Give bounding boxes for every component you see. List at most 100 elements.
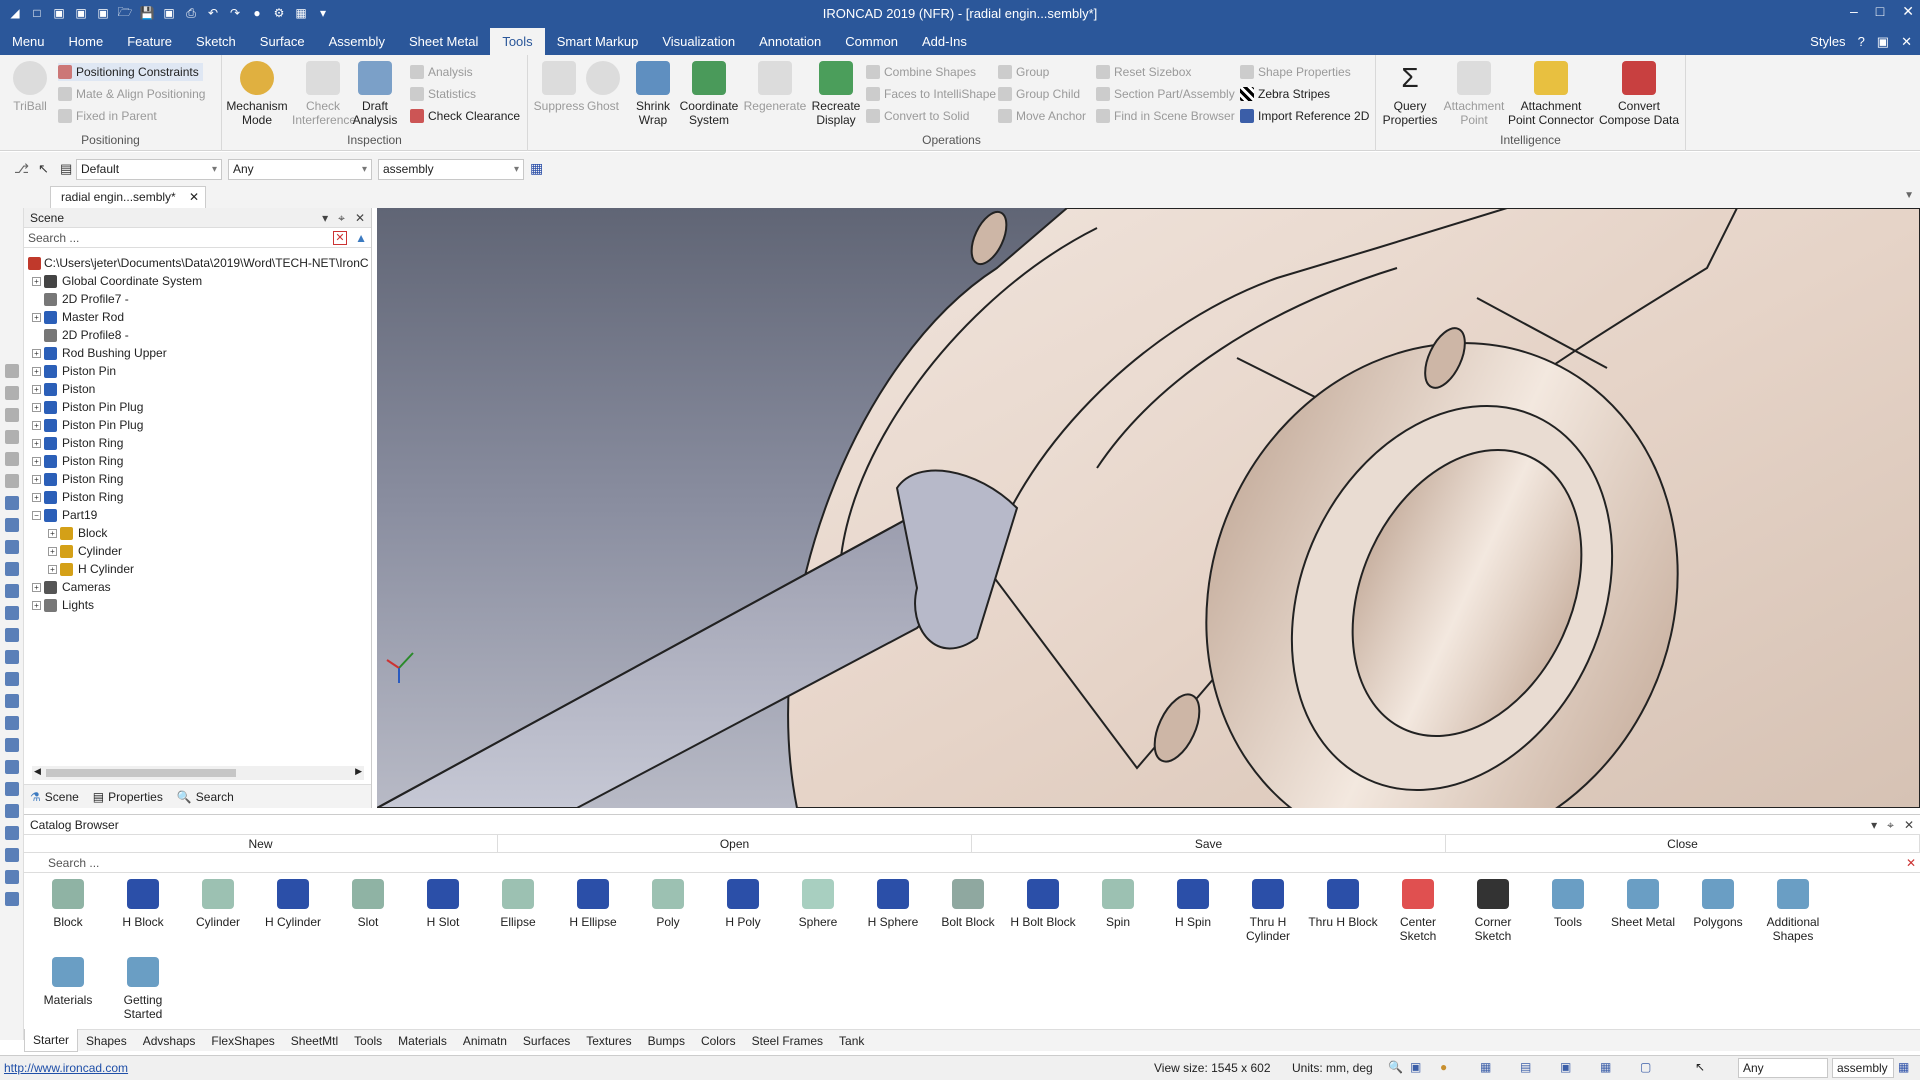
dimension-icon[interactable]: [5, 848, 19, 862]
expand-toggle-icon[interactable]: +: [32, 439, 41, 448]
catalog-tab-shapes[interactable]: Shapes: [78, 1030, 135, 1052]
catalog-tab-tank[interactable]: Tank: [831, 1030, 872, 1052]
catalog-item[interactable]: H Sphere: [858, 875, 928, 929]
statistics-button[interactable]: Statistics: [410, 85, 476, 103]
close-icon[interactable]: ✕: [355, 208, 365, 228]
catalog-item[interactable]: H Spin: [1158, 875, 1228, 929]
tree-item[interactable]: + Master Rod: [28, 308, 368, 326]
status-level-combo[interactable]: assembly: [1832, 1058, 1894, 1078]
catalog-clear-search-icon[interactable]: ✕: [1906, 856, 1916, 870]
expand-toggle-icon[interactable]: +: [32, 367, 41, 376]
move-anchor-button[interactable]: Move Anchor: [998, 107, 1086, 125]
measure-icon[interactable]: [5, 738, 19, 752]
tab-menu[interactable]: Menu: [0, 28, 57, 55]
close-window-button[interactable]: ✕: [1902, 3, 1914, 20]
catalog-dropdown-icon[interactable]: ▾: [1871, 815, 1877, 835]
select-filter-icon[interactable]: ▤: [60, 161, 72, 177]
tree-item[interactable]: + H Cylinder: [28, 560, 368, 578]
catalog-close-button[interactable]: Close: [1446, 835, 1920, 852]
catalog-item[interactable]: Sphere: [783, 875, 853, 929]
tree-item[interactable]: 2D Profile8 -: [28, 326, 368, 344]
tab-visualization[interactable]: Visualization: [650, 28, 747, 55]
tab-smart-markup[interactable]: Smart Markup: [545, 28, 651, 55]
orbit-icon[interactable]: ●: [1440, 1060, 1447, 1074]
draft-analysis-button[interactable]: Draft Analysis: [352, 61, 398, 127]
tab-properties[interactable]: ▤ Properties: [93, 790, 163, 804]
catalog-item[interactable]: Center Sketch: [1383, 875, 1453, 943]
light-tool-icon[interactable]: [5, 804, 19, 818]
filter-combo[interactable]: Any: [228, 159, 372, 180]
tree-item[interactable]: + Piston Pin Plug: [28, 416, 368, 434]
expand-toggle-icon[interactable]: +: [48, 565, 57, 574]
import-reference-button[interactable]: Import Reference 2D: [1240, 107, 1369, 125]
faces-intellishape-button[interactable]: Faces to IntelliShape: [866, 85, 996, 103]
query-properties-button[interactable]: Σ Query Properties: [1378, 61, 1442, 127]
look-at-icon[interactable]: [5, 474, 19, 488]
tree-item[interactable]: + Cylinder: [28, 542, 368, 560]
find-scene-button[interactable]: Find in Scene Browser: [1096, 107, 1235, 125]
tree-item[interactable]: + Piston Ring: [28, 470, 368, 488]
tree-item[interactable]: + Cameras: [28, 578, 368, 596]
tab-home[interactable]: Home: [57, 28, 116, 55]
document-tab-close-icon[interactable]: ✕: [189, 187, 199, 207]
document-tab[interactable]: radial engin...sembly* ✕: [50, 186, 206, 208]
scroll-right-icon[interactable]: ▶: [355, 766, 362, 777]
close-doc-icon[interactable]: ✕: [1901, 34, 1912, 50]
catalog-item[interactable]: Block: [33, 875, 103, 929]
fixed-in-parent-button[interactable]: Fixed in Parent: [58, 107, 157, 125]
status-select-icon[interactable]: ↖: [1695, 1060, 1705, 1074]
catalog-item[interactable]: H Poly: [708, 875, 778, 929]
cylinder-tool-icon[interactable]: [5, 584, 19, 598]
tab-assembly[interactable]: Assembly: [317, 28, 397, 55]
attachment-connector-button[interactable]: Attachment Point Connector: [1506, 61, 1596, 127]
catalog-item[interactable]: Slot: [333, 875, 403, 929]
select-face-icon[interactable]: [5, 496, 19, 510]
tree-item[interactable]: + Piston Ring: [28, 434, 368, 452]
catalog-tab-tools[interactable]: Tools: [346, 1030, 390, 1052]
attachment-point-button[interactable]: Attachment Point: [1442, 61, 1506, 127]
tree-item[interactable]: + Rod Bushing Upper: [28, 344, 368, 362]
tab-surface[interactable]: Surface: [248, 28, 317, 55]
clear-search-icon[interactable]: ✕: [333, 231, 347, 245]
view-orient-icon[interactable]: ▦: [1480, 1060, 1491, 1074]
tree-item[interactable]: + Block: [28, 524, 368, 542]
catalog-item[interactable]: Sheet Metal: [1608, 875, 1678, 929]
catalog-search-input[interactable]: Search ...: [24, 853, 1920, 873]
group-button[interactable]: Group: [998, 63, 1049, 81]
catalog-tab-surfaces[interactable]: Surfaces: [515, 1030, 578, 1052]
tab-annotation[interactable]: Annotation: [747, 28, 833, 55]
level-combo[interactable]: assembly: [378, 159, 524, 180]
section-part-button[interactable]: Section Part/Assembly: [1096, 85, 1235, 103]
tab-tools[interactable]: Tools: [490, 28, 545, 55]
catalog-item[interactable]: Polygons: [1683, 875, 1753, 929]
catalog-item[interactable]: Materials: [33, 953, 103, 1007]
sphere-tool-icon[interactable]: [5, 650, 19, 664]
scene-search-input[interactable]: Search ...: [24, 228, 371, 248]
shape-properties-button[interactable]: Shape Properties: [1240, 63, 1351, 81]
mechanism-mode-button[interactable]: Mechanism Mode: [226, 61, 288, 127]
pin-icon[interactable]: ⌖: [338, 208, 345, 228]
scroll-left-icon[interactable]: ◀: [34, 766, 41, 777]
expand-toggle-icon[interactable]: +: [48, 547, 57, 556]
catalog-close-icon[interactable]: ✕: [1904, 815, 1914, 835]
catalog-item[interactable]: Thru H Cylinder: [1233, 875, 1303, 943]
coordinate-system-button[interactable]: Coordinate System: [678, 61, 740, 127]
website-link[interactable]: http://www.ironcad.com: [4, 1061, 128, 1075]
expand-toggle-icon[interactable]: +: [32, 385, 41, 394]
restore-doc-icon[interactable]: ▣: [1877, 34, 1889, 50]
expand-toggle-icon[interactable]: +: [32, 421, 41, 430]
tree-item[interactable]: + Piston: [28, 380, 368, 398]
catalog-item[interactable]: Poly: [633, 875, 703, 929]
catalog-tab-sheetmtl[interactable]: SheetMtl: [283, 1030, 346, 1052]
zebra-stripes-button[interactable]: Zebra Stripes: [1240, 85, 1330, 103]
combine-shapes-button[interactable]: Combine Shapes: [866, 63, 976, 81]
expand-toggle-icon[interactable]: +: [32, 601, 41, 610]
analysis-button[interactable]: Analysis: [410, 63, 473, 81]
fit-view-icon[interactable]: [5, 452, 19, 466]
catalog-item[interactable]: Getting Started: [108, 953, 178, 1021]
expand-toggle-icon[interactable]: +: [48, 529, 57, 538]
reset-sizebox-button[interactable]: Reset Sizebox: [1096, 63, 1191, 81]
mate-align-button[interactable]: Mate & Align Positioning: [58, 85, 205, 103]
camera-view-icon[interactable]: ▦: [1600, 1060, 1611, 1074]
expand-toggle-icon[interactable]: +: [32, 493, 41, 502]
